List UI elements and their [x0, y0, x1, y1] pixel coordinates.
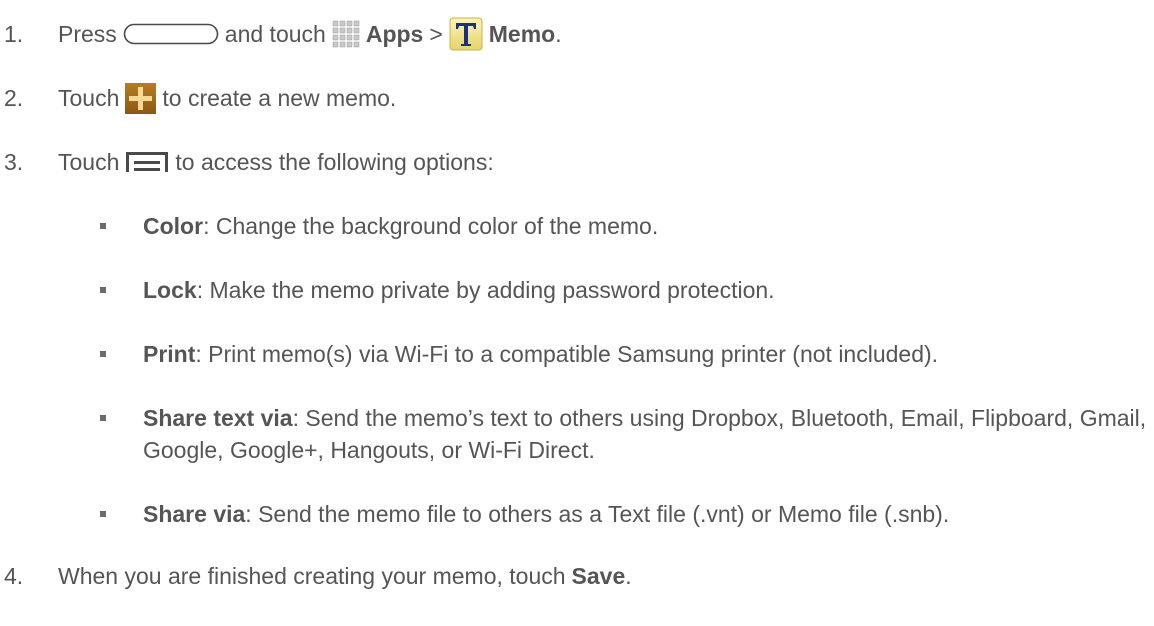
step-text: Touch [58, 149, 120, 175]
separator: > [429, 21, 443, 47]
option-term: Share text via [143, 405, 293, 431]
option-desc: : Send the memo’s text to others using D… [143, 405, 1147, 463]
period: . [555, 21, 562, 47]
apps-grid-icon [332, 20, 360, 48]
step-text: to access the following options: [175, 149, 494, 175]
bullet-icon [100, 415, 106, 421]
add-plus-icon [125, 82, 157, 114]
step-text: and touch [224, 21, 326, 47]
step-text: When you are finished creating your memo… [58, 563, 566, 589]
step-number: 4. [4, 563, 24, 589]
memo-label: Memo [488, 21, 556, 47]
save-label: Save [571, 563, 626, 589]
step-text: to create a new memo. [162, 85, 397, 111]
period: . [625, 563, 632, 589]
step-number: 1. [4, 21, 24, 47]
option-term: Lock [143, 277, 197, 303]
step-text: Touch [58, 85, 120, 111]
apps-label: Apps [365, 21, 424, 47]
option-term: Print [143, 341, 196, 367]
bullet-icon [100, 351, 106, 357]
bullet-icon [100, 223, 106, 229]
bullet-icon [100, 511, 106, 517]
step-number: 3. [4, 149, 24, 175]
option-desc: : Change the background color of the mem… [203, 213, 659, 239]
bullet-icon [100, 287, 106, 293]
step-text: Press [58, 21, 117, 47]
option-desc: : Make the memo private by adding passwo… [196, 277, 775, 303]
option-desc: : Print memo(s) via Wi-Fi to a compatibl… [195, 341, 939, 367]
step-number: 2. [4, 85, 24, 111]
memo-app-icon [449, 17, 483, 51]
option-desc: : Send the memo file to others as a Text… [245, 501, 950, 527]
option-term: Share via [143, 501, 246, 527]
menu-icon [126, 152, 169, 172]
home-button-icon [123, 23, 219, 45]
option-term: Color [143, 213, 204, 239]
